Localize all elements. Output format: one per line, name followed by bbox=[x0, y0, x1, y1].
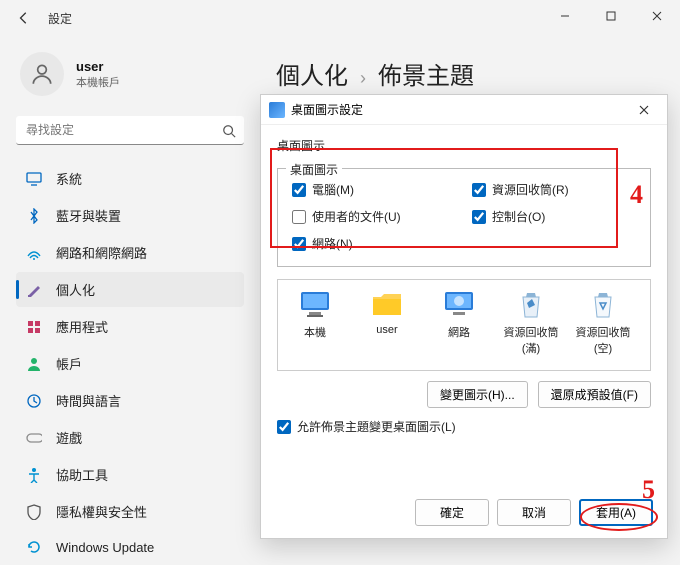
maximize-button[interactable] bbox=[588, 0, 634, 32]
apps-icon bbox=[26, 319, 42, 335]
close-button[interactable] bbox=[634, 0, 680, 32]
sidebar-item-network[interactable]: 網路和網際網路 bbox=[16, 235, 244, 270]
breadcrumb-current: 佈景主題 bbox=[378, 56, 474, 91]
preview-icon-label: 網路 bbox=[448, 324, 470, 340]
recycle-empty-icon bbox=[587, 288, 619, 320]
cancel-button[interactable]: 取消 bbox=[497, 499, 571, 526]
user-folder-icon bbox=[371, 288, 403, 320]
checkbox-recycle[interactable]: 資源回收筒(R) bbox=[472, 181, 636, 198]
sidebar-item-label: 協助工具 bbox=[56, 465, 108, 484]
allow-themes-label: 允許佈景主題變更桌面圖示(L) bbox=[297, 418, 456, 435]
sidebar-item-label: 遊戲 bbox=[56, 428, 82, 447]
sidebar-item-time-lang[interactable]: 時間與語言 bbox=[16, 383, 244, 418]
accessibility-icon bbox=[26, 467, 42, 483]
restore-default-button[interactable]: 還原成預設值(F) bbox=[538, 381, 651, 408]
accounts-icon bbox=[26, 356, 42, 372]
chevron-right-icon: › bbox=[360, 68, 366, 89]
desktop-icons-group: 桌面圖示 電腦(M) 資源回收筒(R) 使用者的文件(U) 控制台(O) 網路(… bbox=[277, 168, 651, 267]
sidebar-item-apps[interactable]: 應用程式 bbox=[16, 309, 244, 344]
sidebar-item-label: 帳戶 bbox=[56, 354, 82, 373]
dialog-icon bbox=[269, 102, 285, 118]
search-input[interactable] bbox=[16, 116, 244, 145]
back-button[interactable] bbox=[16, 10, 32, 26]
search-icon bbox=[222, 124, 236, 138]
change-icon-button[interactable]: 變更圖示(H)... bbox=[427, 381, 528, 408]
recycle-full-icon bbox=[515, 288, 547, 320]
sidebar-item-label: 網路和網際網路 bbox=[56, 243, 147, 262]
sidebar-item-label: 隱私權與安全性 bbox=[56, 502, 147, 521]
search-container bbox=[16, 116, 244, 145]
desktop-icon-settings-dialog: 桌面圖示設定 桌面圖示 桌面圖示 電腦(M) 資源回收筒(R) 使用者的文件(U… bbox=[260, 94, 668, 539]
preview-icon-label: user bbox=[376, 324, 397, 336]
sidebar-item-accessibility[interactable]: 協助工具 bbox=[16, 457, 244, 492]
sidebar-item-label: 時間與語言 bbox=[56, 391, 121, 410]
network-icon bbox=[443, 288, 475, 320]
icon-preview-area[interactable]: 本機 user 網路 資源回收筒 (滿)資源回收筒 (空) bbox=[277, 279, 651, 371]
sidebar-item-label: Windows Update bbox=[56, 540, 154, 555]
dialog-title: 桌面圖示設定 bbox=[291, 101, 363, 118]
checkbox-control[interactable]: 控制台(O) bbox=[472, 208, 636, 225]
personalize-icon bbox=[26, 282, 42, 298]
sidebar-item-label: 個人化 bbox=[56, 280, 95, 299]
sidebar-item-privacy[interactable]: 隱私權與安全性 bbox=[16, 494, 244, 529]
network-icon bbox=[26, 245, 42, 261]
this-pc-icon bbox=[299, 288, 331, 320]
breadcrumb-parent[interactable]: 個人化 bbox=[276, 56, 348, 91]
time-lang-icon bbox=[26, 393, 42, 409]
preview-icon-recycle-full[interactable]: 資源回收筒 (滿) bbox=[498, 288, 564, 362]
dialog-close-button[interactable] bbox=[639, 105, 659, 115]
checkbox-computer[interactable]: 電腦(M) bbox=[292, 181, 456, 198]
user-name: user bbox=[76, 59, 120, 74]
bluetooth-icon bbox=[26, 208, 42, 224]
account-type: 本機帳戶 bbox=[76, 74, 120, 90]
group-title: 桌面圖示 bbox=[286, 161, 342, 178]
apply-button[interactable]: 套用(A) bbox=[579, 499, 653, 526]
allow-themes-checkbox[interactable] bbox=[277, 420, 291, 434]
sidebar-item-personalize[interactable]: 個人化 bbox=[16, 272, 244, 307]
avatar bbox=[20, 52, 64, 96]
window-title: 設定 bbox=[48, 10, 72, 27]
preview-icon-recycle-empty[interactable]: 資源回收筒 (空) bbox=[570, 288, 636, 362]
gaming-icon bbox=[26, 430, 42, 446]
sidebar-item-bluetooth[interactable]: 藍牙與裝置 bbox=[16, 198, 244, 233]
checkbox-userdocs[interactable]: 使用者的文件(U) bbox=[292, 208, 456, 225]
preview-icon-user-folder[interactable]: user bbox=[354, 288, 420, 362]
sidebar-item-gaming[interactable]: 遊戲 bbox=[16, 420, 244, 455]
preview-icon-network[interactable]: 網路 bbox=[426, 288, 492, 362]
sidebar-item-label: 藍牙與裝置 bbox=[56, 206, 121, 225]
tab-desktop-icons[interactable]: 桌面圖示 bbox=[277, 137, 651, 158]
sidebar-item-update[interactable]: Windows Update bbox=[16, 531, 244, 563]
sidebar-item-label: 應用程式 bbox=[56, 317, 108, 336]
system-icon bbox=[26, 171, 42, 187]
minimize-button[interactable] bbox=[542, 0, 588, 32]
update-icon bbox=[26, 539, 42, 555]
user-profile[interactable]: user 本機帳戶 bbox=[16, 48, 244, 100]
checkbox-network[interactable]: 網路(N) bbox=[292, 235, 456, 252]
privacy-icon bbox=[26, 504, 42, 520]
preview-icon-this-pc[interactable]: 本機 bbox=[282, 288, 348, 362]
sidebar-item-system[interactable]: 系統 bbox=[16, 161, 244, 196]
preview-icon-label: 資源回收筒 (空) bbox=[570, 324, 636, 356]
ok-button[interactable]: 確定 bbox=[415, 499, 489, 526]
sidebar-item-accounts[interactable]: 帳戶 bbox=[16, 346, 244, 381]
preview-icon-label: 本機 bbox=[304, 324, 326, 340]
sidebar-item-label: 系統 bbox=[56, 169, 82, 188]
preview-icon-label: 資源回收筒 (滿) bbox=[498, 324, 564, 356]
breadcrumb: 個人化 › 佈景主題 bbox=[276, 56, 672, 91]
